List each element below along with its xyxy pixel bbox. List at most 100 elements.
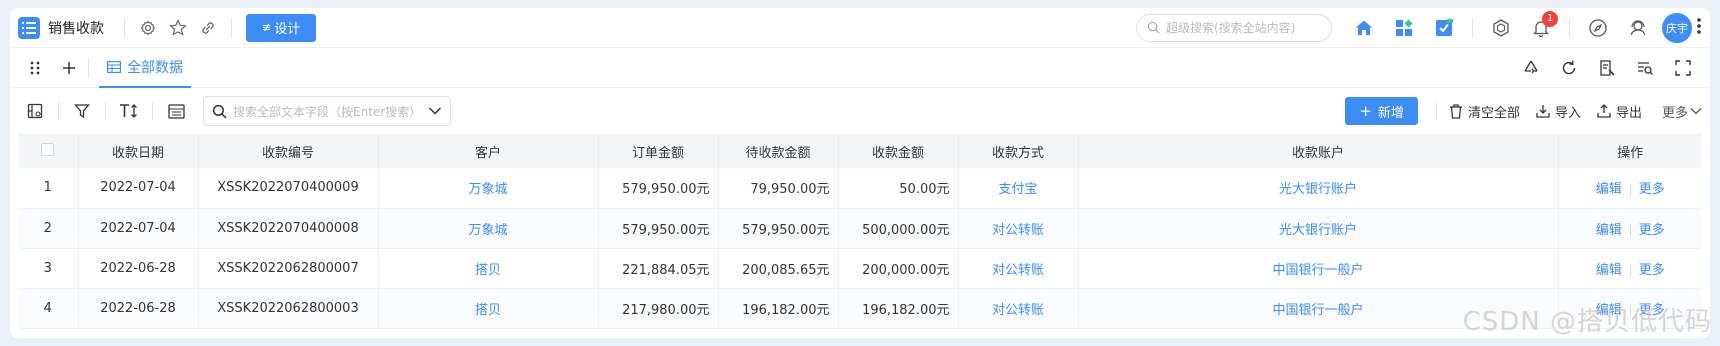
table-toolbar: 搜索全部文本字段（按Enter搜索） + 新增 清空全部 导入 导出 更多 (10, 88, 1710, 134)
compass-icon[interactable] (1581, 11, 1615, 45)
view-tab-bar: 全部数据 (10, 48, 1710, 88)
settings-icon[interactable] (135, 15, 161, 41)
clear-all-label: 清空全部 (1467, 105, 1520, 121)
calendar-view-icon[interactable] (159, 96, 193, 126)
data-table: 收款日期 收款编号 客户 订单金额 待收款金额 收款金额 收款方式 收款账户 操… (18, 134, 1702, 329)
pending-amount-cell: 579,950.00元 (718, 208, 839, 249)
column-header[interactable]: 收款方式 (958, 134, 1079, 168)
edit-link[interactable]: 编辑 (1596, 263, 1622, 278)
table-icon (107, 60, 121, 73)
global-search-input[interactable]: 超级搜索(搜索全站内容) (1136, 13, 1332, 42)
method-link[interactable]: 对公转账 (958, 288, 1079, 329)
method-link[interactable]: 对公转账 (958, 248, 1079, 289)
avatar[interactable]: 庆宇 (1662, 12, 1692, 43)
column-header[interactable]: 待收款金额 (718, 134, 839, 168)
checklist-icon[interactable] (1427, 11, 1461, 45)
add-button-label: 新增 (1377, 105, 1404, 121)
search-icon (1147, 21, 1160, 34)
plus-icon: + (1359, 102, 1372, 120)
code-cell: XSSK2022070400008 (198, 208, 379, 249)
column-header[interactable]: 收款编号 (198, 134, 379, 168)
list-app-icon (18, 16, 40, 39)
add-view-icon[interactable] (54, 55, 84, 81)
watermark: CSDN @搭贝低代码 (1462, 307, 1712, 337)
edit-link[interactable]: 编辑 (1596, 223, 1622, 238)
app-title: 销售收款 (48, 20, 104, 37)
fullscreen-icon[interactable] (1666, 55, 1700, 81)
design-button-label: 设计 (274, 22, 301, 37)
row-index: 1 (18, 168, 79, 209)
account-link[interactable]: 光大银行账户 (1078, 208, 1559, 249)
order-amount-cell: 579,950.00元 (598, 168, 719, 209)
refresh-icon[interactable] (1552, 55, 1586, 81)
column-header: 操作 (1558, 134, 1702, 168)
date-cell: 2022-06-28 (78, 288, 199, 329)
add-button[interactable]: + 新增 (1345, 97, 1418, 125)
link-icon[interactable] (195, 15, 221, 41)
customer-link[interactable]: 搭贝 (378, 288, 599, 329)
table-row[interactable]: 1 2022-07-04 XSSK2022070400009 万象城 579,9… (18, 168, 1702, 209)
select-all-checkbox[interactable] (18, 134, 79, 168)
method-link[interactable]: 对公转账 (958, 208, 1079, 249)
table-search-input[interactable]: 搜索全部文本字段（按Enter搜索） (203, 96, 451, 126)
divider (231, 18, 232, 37)
account-link[interactable]: 中国银行一般户 (1078, 248, 1559, 289)
openai-icon[interactable] (1484, 11, 1518, 45)
global-search-placeholder: 超级搜索(搜索全站内容) (1166, 21, 1296, 35)
design-icon: ≢ (262, 21, 272, 34)
more-link[interactable]: 更多 (1639, 223, 1665, 238)
field-settings-icon[interactable] (18, 96, 52, 126)
table-row[interactable]: 2 2022-07-04 XSSK2022070400008 万象城 579,9… (18, 208, 1702, 249)
column-header[interactable]: 客户 (378, 134, 599, 168)
divider (124, 18, 125, 37)
sort-icon[interactable] (112, 96, 146, 126)
table-row[interactable]: 3 2022-06-28 XSSK2022062800007 搭贝 221,88… (18, 248, 1702, 289)
import-icon (1536, 105, 1550, 118)
date-cell: 2022-06-28 (78, 248, 199, 289)
home-icon[interactable] (1347, 11, 1381, 45)
customer-link[interactable]: 搭贝 (378, 248, 599, 289)
list-search-icon[interactable] (1628, 55, 1662, 81)
code-cell: XSSK2022062800007 (198, 248, 379, 289)
more-menu-button[interactable]: 更多 (1662, 102, 1702, 121)
column-header[interactable]: 收款日期 (78, 134, 199, 168)
divider (1435, 102, 1437, 120)
more-label: 更多 (1661, 105, 1688, 121)
filter-icon[interactable] (65, 96, 99, 126)
column-header[interactable]: 收款账户 (1078, 134, 1559, 168)
column-header[interactable]: 订单金额 (598, 134, 719, 168)
app-frame: 销售收款 ≢ 设计 超级搜索(搜索全站内容) 1 庆宇 全部数据 搜索全部文本字… (10, 8, 1710, 338)
design-button[interactable]: ≢ 设计 (246, 13, 317, 42)
import-label: 导入 (1554, 105, 1581, 121)
report-icon[interactable] (1590, 55, 1624, 81)
more-link[interactable]: 更多 (1639, 182, 1665, 197)
divider (1569, 18, 1570, 37)
divider (58, 102, 59, 120)
recycle-icon[interactable] (1514, 55, 1548, 81)
divider (105, 102, 106, 120)
customer-link[interactable]: 万象城 (378, 168, 599, 209)
apps-icon[interactable] (1387, 11, 1421, 45)
method-link[interactable]: 支付宝 (958, 168, 1079, 209)
more-link[interactable]: 更多 (1639, 263, 1665, 278)
bell-icon[interactable]: 1 (1524, 10, 1558, 45)
kebab-menu-icon[interactable] (1696, 16, 1702, 40)
account-link[interactable]: 光大银行账户 (1078, 168, 1559, 209)
tab-all-data[interactable]: 全部数据 (99, 48, 191, 88)
clear-all-button[interactable]: 清空全部 (1449, 102, 1520, 121)
chevron-down-icon (428, 107, 442, 115)
drag-handle-icon[interactable] (20, 55, 50, 81)
column-header[interactable]: 收款金额 (838, 134, 959, 168)
order-amount-cell: 221,884.05元 (598, 248, 719, 289)
customer-link[interactable]: 万象城 (378, 208, 599, 249)
tab-label: 全部数据 (127, 59, 183, 76)
user-service-icon[interactable] (1621, 11, 1655, 45)
import-button[interactable]: 导入 (1536, 102, 1581, 121)
export-button[interactable]: 导出 (1597, 102, 1642, 121)
row-index: 2 (18, 208, 79, 249)
star-icon[interactable] (165, 15, 191, 41)
table-search-placeholder: 搜索全部文本字段（按Enter搜索） (233, 104, 422, 119)
edit-link[interactable]: 编辑 (1596, 182, 1622, 197)
table-row[interactable]: 4 2022-06-28 XSSK2022062800003 搭贝 217,98… (18, 288, 1702, 329)
pending-amount-cell: 200,085.65元 (718, 248, 839, 289)
